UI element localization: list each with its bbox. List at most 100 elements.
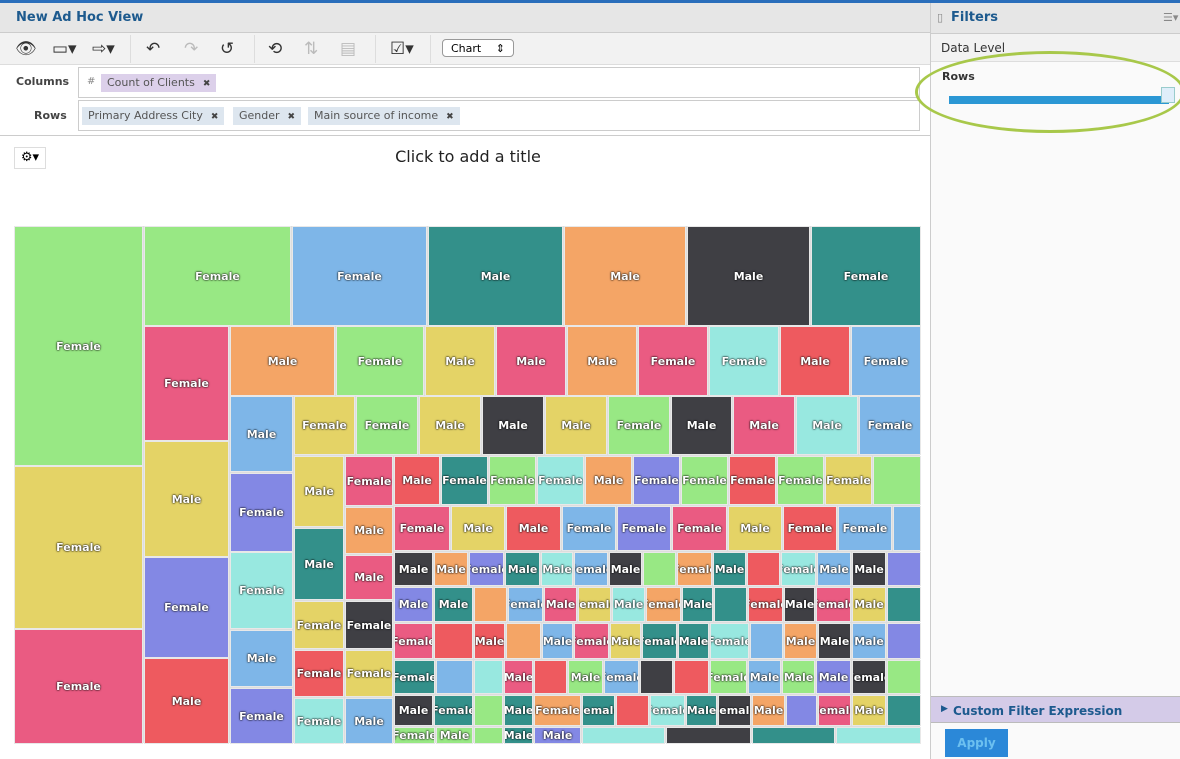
- chart-title[interactable]: Click to add a title: [300, 147, 636, 166]
- treemap-cell[interactable]: Female: [14, 466, 143, 629]
- treemap-cell[interactable]: Female: [638, 326, 708, 396]
- treemap-cell[interactable]: [674, 660, 709, 694]
- treemap-cell[interactable]: Female: [646, 587, 681, 622]
- treemap-cell[interactable]: Male: [394, 695, 433, 726]
- treemap-cell[interactable]: Male: [482, 396, 544, 455]
- treemap-cell[interactable]: Female: [469, 552, 504, 586]
- treemap-cell[interactable]: Female: [394, 623, 433, 659]
- treemap-cell[interactable]: Female: [294, 396, 355, 455]
- treemap-cell[interactable]: Male: [428, 226, 563, 326]
- treemap-cell[interactable]: Male: [817, 552, 851, 586]
- treemap-cell[interactable]: Female: [489, 456, 536, 505]
- treemap-cell[interactable]: Male: [816, 660, 851, 694]
- remove-icon[interactable]: ✖: [211, 112, 219, 122]
- chart-options-gear-icon[interactable]: ⚙▾: [14, 147, 46, 169]
- panel-toggle-icon[interactable]: ▯: [937, 11, 943, 24]
- treemap-cell[interactable]: Male: [425, 326, 495, 396]
- treemap-cell[interactable]: Male: [506, 506, 561, 551]
- treemap-cell[interactable]: Female: [825, 456, 872, 505]
- treemap-cell[interactable]: Male: [782, 660, 815, 694]
- remove-icon[interactable]: ✖: [288, 112, 296, 122]
- treemap-cell[interactable]: Female: [294, 601, 344, 649]
- treemap-cell[interactable]: Male: [852, 552, 886, 586]
- rows-well[interactable]: Primary Address City ✖ Gender ✖ Main sourc…: [78, 100, 920, 131]
- treemap-cell[interactable]: Male: [504, 727, 533, 744]
- treemap-cell[interactable]: [887, 660, 921, 694]
- treemap-cell[interactable]: Female: [608, 396, 670, 455]
- treemap-cell[interactable]: Male: [609, 552, 642, 586]
- treemap-cell[interactable]: Male: [294, 456, 344, 527]
- treemap-cell[interactable]: Female: [144, 557, 229, 658]
- columns-well[interactable]: # Count of Clients ✖: [78, 67, 920, 98]
- undo-all-icon[interactable]: ↺: [220, 39, 234, 59]
- treemap-cell[interactable]: Male: [451, 506, 505, 551]
- treemap-cell[interactable]: Male: [687, 226, 810, 326]
- save-icon[interactable]: ▭▾: [52, 39, 77, 59]
- treemap-cell[interactable]: [436, 660, 473, 694]
- treemap-cell[interactable]: Female: [394, 660, 435, 694]
- treemap-cell[interactable]: Female: [345, 650, 393, 697]
- treemap-cell[interactable]: Female: [677, 552, 712, 586]
- treemap-cell[interactable]: Female: [710, 660, 747, 694]
- treemap-cell[interactable]: Male: [419, 396, 481, 455]
- treemap-cell[interactable]: [582, 727, 665, 744]
- switch-axes-icon[interactable]: ⟲: [268, 39, 282, 59]
- treemap-cell[interactable]: [616, 695, 649, 726]
- treemap-cell[interactable]: [893, 506, 921, 551]
- treemap-cell[interactable]: Female: [604, 660, 639, 694]
- treemap-cell[interactable]: [666, 727, 751, 744]
- treemap-cell[interactable]: [887, 587, 921, 622]
- treemap-cell[interactable]: Male: [545, 396, 607, 455]
- treemap-cell[interactable]: Male: [585, 456, 632, 505]
- treemap-cell[interactable]: [887, 695, 921, 726]
- treemap-cell[interactable]: Female: [672, 506, 727, 551]
- treemap-cell[interactable]: Male: [474, 623, 505, 659]
- treemap-cell[interactable]: Female: [292, 226, 427, 326]
- treemap-cell[interactable]: Female: [816, 587, 851, 622]
- treemap-cell[interactable]: [887, 623, 921, 659]
- row-pill[interactable]: Gender ✖: [233, 107, 302, 125]
- treemap-cell[interactable]: Female: [582, 695, 615, 726]
- treemap-cell[interactable]: Male: [784, 623, 817, 659]
- treemap-cell[interactable]: Female: [230, 552, 293, 629]
- treemap-cell[interactable]: Female: [144, 326, 229, 441]
- treemap-cell[interactable]: Male: [852, 623, 886, 659]
- treemap-cell[interactable]: Male: [542, 623, 573, 659]
- treemap-cell[interactable]: Female: [230, 688, 293, 744]
- treemap-cell[interactable]: Male: [436, 727, 473, 744]
- treemap-cell[interactable]: Male: [671, 396, 732, 455]
- treemap-cell[interactable]: Female: [729, 456, 776, 505]
- treemap-cell[interactable]: [714, 587, 747, 622]
- treemap-cell[interactable]: [474, 727, 503, 744]
- treemap-cell[interactable]: Male: [784, 587, 815, 622]
- treemap-cell[interactable]: Male: [541, 552, 573, 586]
- treemap-cell[interactable]: [836, 727, 921, 744]
- export-icon[interactable]: ⇨▾: [92, 39, 115, 59]
- treemap-cell[interactable]: [786, 695, 817, 726]
- treemap-cell[interactable]: Male: [504, 660, 533, 694]
- treemap-cell[interactable]: Male: [496, 326, 566, 396]
- treemap-cell[interactable]: Male: [678, 623, 709, 659]
- treemap-cell[interactable]: Male: [434, 587, 473, 622]
- treemap-cell[interactable]: Female: [537, 456, 584, 505]
- remove-icon[interactable]: ✖: [446, 112, 454, 122]
- treemap-cell[interactable]: Female: [710, 623, 749, 659]
- treemap-cell[interactable]: Female: [617, 506, 671, 551]
- treemap-cell[interactable]: Female: [578, 587, 611, 622]
- treemap-cell[interactable]: Female: [345, 601, 393, 649]
- treemap-cell[interactable]: Female: [838, 506, 892, 551]
- treemap-cell[interactable]: Female: [642, 623, 677, 659]
- view-type-select[interactable]: Chart ⇕: [442, 39, 514, 57]
- treemap-cell[interactable]: Male: [564, 226, 686, 326]
- treemap-cell[interactable]: [640, 660, 673, 694]
- treemap-cell[interactable]: [506, 623, 541, 659]
- treemap-cell[interactable]: [434, 623, 473, 659]
- treemap-cell[interactable]: Female: [781, 552, 816, 586]
- treemap-cell[interactable]: Male: [610, 623, 641, 659]
- checklist-icon[interactable]: ☑▾: [390, 39, 414, 59]
- treemap-cell[interactable]: Female: [748, 587, 783, 622]
- treemap-cell[interactable]: Male: [144, 658, 229, 744]
- treemap-cell[interactable]: Male: [230, 630, 293, 687]
- treemap-cell[interactable]: Male: [504, 695, 533, 726]
- treemap-cell[interactable]: Male: [394, 587, 433, 622]
